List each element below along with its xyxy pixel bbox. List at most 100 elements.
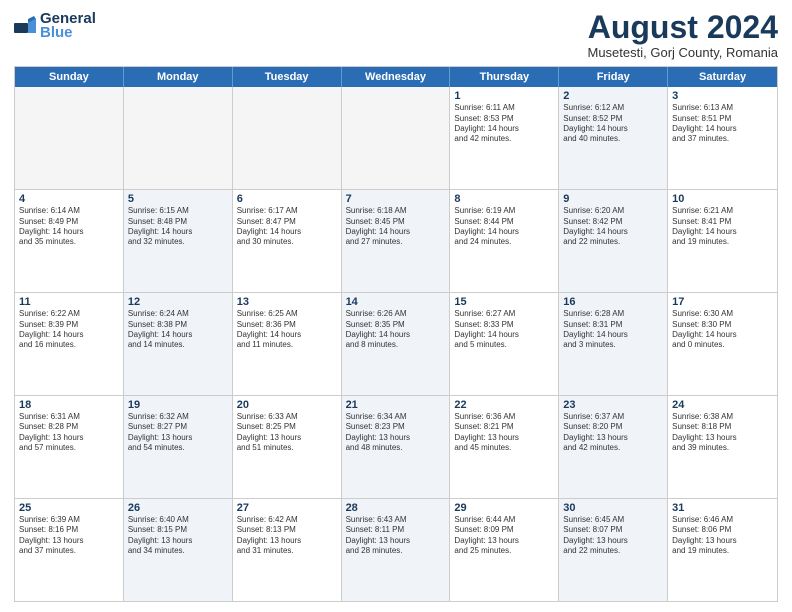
calendar-cell: 7Sunrise: 6:18 AM Sunset: 8:45 PM Daylig… — [342, 190, 451, 292]
calendar-cell: 12Sunrise: 6:24 AM Sunset: 8:38 PM Dayli… — [124, 293, 233, 395]
calendar-cell — [124, 87, 233, 189]
day-number: 19 — [128, 399, 228, 411]
calendar-cell: 13Sunrise: 6:25 AM Sunset: 8:36 PM Dayli… — [233, 293, 342, 395]
day-number: 12 — [128, 296, 228, 308]
day-number: 20 — [237, 399, 337, 411]
day-info: Sunrise: 6:19 AM Sunset: 8:44 PM Dayligh… — [454, 206, 554, 248]
calendar-cell: 25Sunrise: 6:39 AM Sunset: 8:16 PM Dayli… — [15, 499, 124, 601]
header-cell-wednesday: Wednesday — [342, 67, 451, 87]
day-info: Sunrise: 6:18 AM Sunset: 8:45 PM Dayligh… — [346, 206, 446, 248]
calendar-cell: 27Sunrise: 6:42 AM Sunset: 8:13 PM Dayli… — [233, 499, 342, 601]
calendar-header: SundayMondayTuesdayWednesdayThursdayFrid… — [15, 67, 777, 87]
header-cell-saturday: Saturday — [668, 67, 777, 87]
day-info: Sunrise: 6:36 AM Sunset: 8:21 PM Dayligh… — [454, 412, 554, 454]
calendar-cell: 4Sunrise: 6:14 AM Sunset: 8:49 PM Daylig… — [15, 190, 124, 292]
day-info: Sunrise: 6:31 AM Sunset: 8:28 PM Dayligh… — [19, 412, 119, 454]
calendar-cell: 10Sunrise: 6:21 AM Sunset: 8:41 PM Dayli… — [668, 190, 777, 292]
calendar-cell: 30Sunrise: 6:45 AM Sunset: 8:07 PM Dayli… — [559, 499, 668, 601]
day-number: 15 — [454, 296, 554, 308]
header-cell-thursday: Thursday — [450, 67, 559, 87]
calendar-cell: 15Sunrise: 6:27 AM Sunset: 8:33 PM Dayli… — [450, 293, 559, 395]
day-info: Sunrise: 6:32 AM Sunset: 8:27 PM Dayligh… — [128, 412, 228, 454]
calendar-title: August 2024 — [588, 10, 779, 45]
day-info: Sunrise: 6:14 AM Sunset: 8:49 PM Dayligh… — [19, 206, 119, 248]
day-info: Sunrise: 6:13 AM Sunset: 8:51 PM Dayligh… — [672, 103, 773, 145]
day-number: 5 — [128, 193, 228, 205]
day-info: Sunrise: 6:15 AM Sunset: 8:48 PM Dayligh… — [128, 206, 228, 248]
day-info: Sunrise: 6:40 AM Sunset: 8:15 PM Dayligh… — [128, 515, 228, 557]
day-number: 10 — [672, 193, 773, 205]
day-number: 3 — [672, 90, 773, 102]
day-info: Sunrise: 6:42 AM Sunset: 8:13 PM Dayligh… — [237, 515, 337, 557]
day-info: Sunrise: 6:45 AM Sunset: 8:07 PM Dayligh… — [563, 515, 663, 557]
page: General Blue August 2024 Musetesti, Gorj… — [0, 0, 792, 612]
calendar-cell: 21Sunrise: 6:34 AM Sunset: 8:23 PM Dayli… — [342, 396, 451, 498]
logo: General Blue — [14, 10, 96, 41]
day-number: 18 — [19, 399, 119, 411]
header: General Blue August 2024 Musetesti, Gorj… — [14, 10, 778, 60]
day-number: 4 — [19, 193, 119, 205]
day-number: 30 — [563, 502, 663, 514]
day-info: Sunrise: 6:21 AM Sunset: 8:41 PM Dayligh… — [672, 206, 773, 248]
day-number: 8 — [454, 193, 554, 205]
calendar-cell: 19Sunrise: 6:32 AM Sunset: 8:27 PM Dayli… — [124, 396, 233, 498]
day-info: Sunrise: 6:44 AM Sunset: 8:09 PM Dayligh… — [454, 515, 554, 557]
day-info: Sunrise: 6:38 AM Sunset: 8:18 PM Dayligh… — [672, 412, 773, 454]
calendar: SundayMondayTuesdayWednesdayThursdayFrid… — [14, 66, 778, 602]
calendar-cell: 18Sunrise: 6:31 AM Sunset: 8:28 PM Dayli… — [15, 396, 124, 498]
day-info: Sunrise: 6:11 AM Sunset: 8:53 PM Dayligh… — [454, 103, 554, 145]
calendar-cell: 28Sunrise: 6:43 AM Sunset: 8:11 PM Dayli… — [342, 499, 451, 601]
calendar-row-2: 11Sunrise: 6:22 AM Sunset: 8:39 PM Dayli… — [15, 292, 777, 395]
day-number: 2 — [563, 90, 663, 102]
calendar-cell: 11Sunrise: 6:22 AM Sunset: 8:39 PM Dayli… — [15, 293, 124, 395]
day-info: Sunrise: 6:30 AM Sunset: 8:30 PM Dayligh… — [672, 309, 773, 351]
calendar-row-4: 25Sunrise: 6:39 AM Sunset: 8:16 PM Dayli… — [15, 498, 777, 601]
day-number: 13 — [237, 296, 337, 308]
day-number: 21 — [346, 399, 446, 411]
day-number: 22 — [454, 399, 554, 411]
day-info: Sunrise: 6:28 AM Sunset: 8:31 PM Dayligh… — [563, 309, 663, 351]
day-number: 7 — [346, 193, 446, 205]
calendar-cell: 8Sunrise: 6:19 AM Sunset: 8:44 PM Daylig… — [450, 190, 559, 292]
calendar-cell: 24Sunrise: 6:38 AM Sunset: 8:18 PM Dayli… — [668, 396, 777, 498]
logo-icon — [14, 15, 36, 37]
day-info: Sunrise: 6:22 AM Sunset: 8:39 PM Dayligh… — [19, 309, 119, 351]
day-info: Sunrise: 6:37 AM Sunset: 8:20 PM Dayligh… — [563, 412, 663, 454]
day-info: Sunrise: 6:24 AM Sunset: 8:38 PM Dayligh… — [128, 309, 228, 351]
day-number: 25 — [19, 502, 119, 514]
calendar-cell — [342, 87, 451, 189]
logo-line: General Blue — [14, 10, 96, 41]
calendar-cell — [15, 87, 124, 189]
calendar-cell: 16Sunrise: 6:28 AM Sunset: 8:31 PM Dayli… — [559, 293, 668, 395]
calendar-row-3: 18Sunrise: 6:31 AM Sunset: 8:28 PM Dayli… — [15, 395, 777, 498]
calendar-cell: 6Sunrise: 6:17 AM Sunset: 8:47 PM Daylig… — [233, 190, 342, 292]
calendar-cell: 9Sunrise: 6:20 AM Sunset: 8:42 PM Daylig… — [559, 190, 668, 292]
day-info: Sunrise: 6:17 AM Sunset: 8:47 PM Dayligh… — [237, 206, 337, 248]
calendar-cell: 26Sunrise: 6:40 AM Sunset: 8:15 PM Dayli… — [124, 499, 233, 601]
day-info: Sunrise: 6:46 AM Sunset: 8:06 PM Dayligh… — [672, 515, 773, 557]
header-cell-monday: Monday — [124, 67, 233, 87]
day-info: Sunrise: 6:27 AM Sunset: 8:33 PM Dayligh… — [454, 309, 554, 351]
day-info: Sunrise: 6:26 AM Sunset: 8:35 PM Dayligh… — [346, 309, 446, 351]
calendar-row-1: 4Sunrise: 6:14 AM Sunset: 8:49 PM Daylig… — [15, 189, 777, 292]
day-number: 26 — [128, 502, 228, 514]
day-info: Sunrise: 6:20 AM Sunset: 8:42 PM Dayligh… — [563, 206, 663, 248]
calendar-row-0: 1Sunrise: 6:11 AM Sunset: 8:53 PM Daylig… — [15, 87, 777, 189]
calendar-cell: 5Sunrise: 6:15 AM Sunset: 8:48 PM Daylig… — [124, 190, 233, 292]
header-cell-tuesday: Tuesday — [233, 67, 342, 87]
day-number: 24 — [672, 399, 773, 411]
calendar-cell: 29Sunrise: 6:44 AM Sunset: 8:09 PM Dayli… — [450, 499, 559, 601]
calendar-cell: 31Sunrise: 6:46 AM Sunset: 8:06 PM Dayli… — [668, 499, 777, 601]
calendar-cell: 17Sunrise: 6:30 AM Sunset: 8:30 PM Dayli… — [668, 293, 777, 395]
day-number: 23 — [563, 399, 663, 411]
day-number: 11 — [19, 296, 119, 308]
day-info: Sunrise: 6:34 AM Sunset: 8:23 PM Dayligh… — [346, 412, 446, 454]
day-number: 27 — [237, 502, 337, 514]
day-number: 1 — [454, 90, 554, 102]
calendar-subtitle: Musetesti, Gorj County, Romania — [588, 45, 779, 60]
day-number: 9 — [563, 193, 663, 205]
calendar-cell: 1Sunrise: 6:11 AM Sunset: 8:53 PM Daylig… — [450, 87, 559, 189]
day-info: Sunrise: 6:25 AM Sunset: 8:36 PM Dayligh… — [237, 309, 337, 351]
day-info: Sunrise: 6:43 AM Sunset: 8:11 PM Dayligh… — [346, 515, 446, 557]
calendar-cell: 22Sunrise: 6:36 AM Sunset: 8:21 PM Dayli… — [450, 396, 559, 498]
